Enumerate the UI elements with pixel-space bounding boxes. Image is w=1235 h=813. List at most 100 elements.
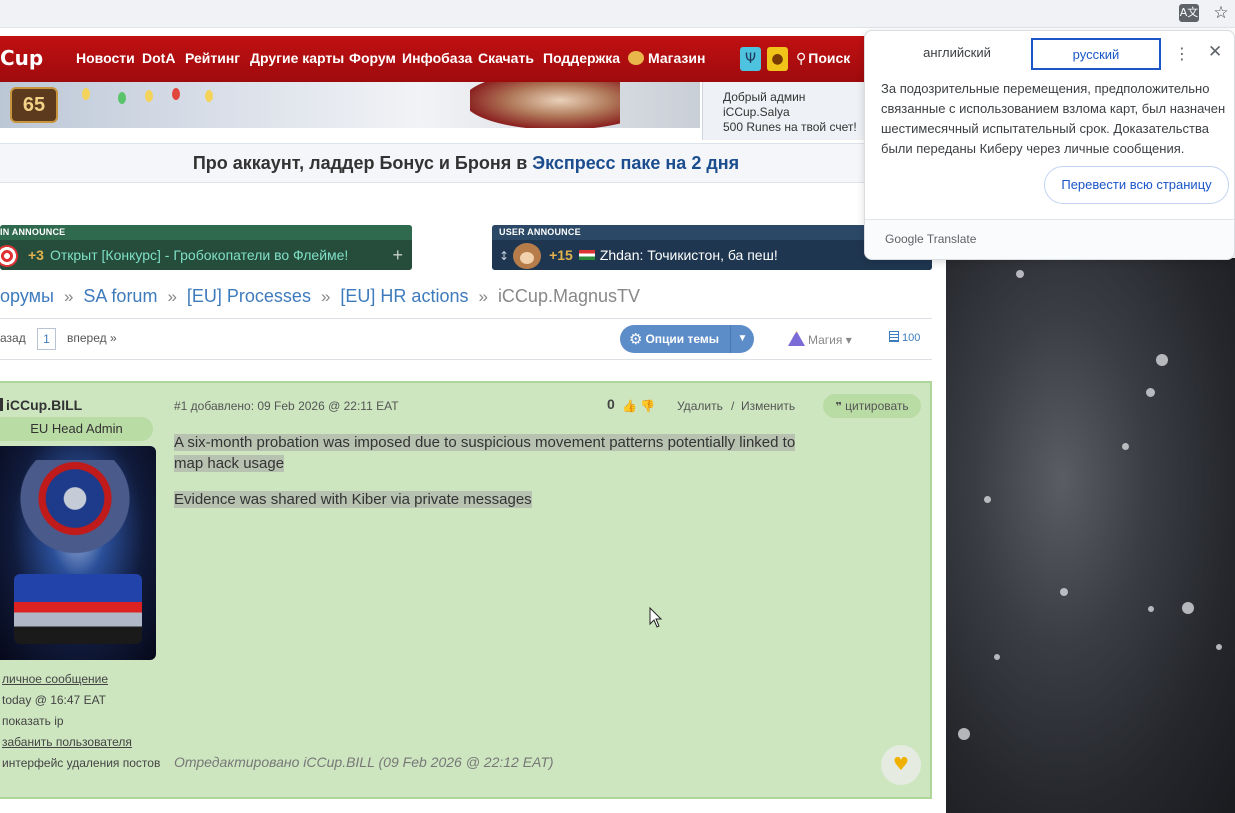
announcement-header: IN ANNOUNCE xyxy=(0,225,412,240)
page-number[interactable]: 1 xyxy=(37,328,56,350)
promo-link[interactable]: Экспресс паке на 2 дня xyxy=(532,153,739,173)
admin-message-line: 500 Runes на твой счет! xyxy=(723,120,857,134)
nav-search-label: Поиск xyxy=(808,50,851,66)
snow-dot xyxy=(1182,602,1194,614)
post-text-line: A six-month probation was imposed due to… xyxy=(174,434,796,451)
nav-rating[interactable]: Рейтинг xyxy=(185,50,240,66)
prev-page-link[interactable]: азад xyxy=(0,331,26,345)
lang-tab-english[interactable]: английский xyxy=(892,38,1022,70)
translate-icon[interactable]: A文 xyxy=(1179,4,1199,22)
last-activity: today @ 16:47 EAT xyxy=(2,693,107,707)
nav-dota[interactable]: DotA xyxy=(142,50,175,66)
promo-bar: Про аккаунт, ладдер Бонус и Броня в Эксп… xyxy=(0,143,932,183)
monkey-emoji-icon xyxy=(513,243,542,270)
breadcrumb-separator: » xyxy=(63,287,74,306)
nav-forum[interactable]: Форум xyxy=(349,50,396,66)
post-author[interactable]: iCCup.BILL xyxy=(0,397,82,413)
post-count[interactable]: 100 xyxy=(889,331,920,344)
online-indicator xyxy=(0,398,3,411)
wizard-hat-icon xyxy=(788,331,805,346)
calculator-icon xyxy=(889,331,899,342)
close-icon[interactable]: ✕ xyxy=(1208,42,1222,62)
heart-icon[interactable]: ♥ xyxy=(881,745,921,785)
snow-dot xyxy=(994,654,1000,660)
show-ip-link[interactable]: показать ip xyxy=(2,714,64,728)
site-logo[interactable]: Cup xyxy=(0,46,43,70)
forum-post: iCCup.BILL EU Head Admin личное сообщени… xyxy=(0,381,932,799)
delete-post-link[interactable]: Удалить xyxy=(677,399,723,413)
search-icon: ⚲ xyxy=(796,51,807,67)
announcement-count: +15 xyxy=(549,247,573,263)
nav-download[interactable]: Скачать xyxy=(478,50,534,66)
magic-dropdown[interactable]: Магия ▾ xyxy=(788,331,852,347)
nav-shop[interactable]: Магазин xyxy=(628,50,705,66)
thread-options-button[interactable]: ⚙ Опции темы ▼ xyxy=(620,325,754,353)
announcement-user[interactable]: Zhdan: xyxy=(600,247,644,263)
breadcrumb-hr-actions[interactable]: [EU] HR actions xyxy=(340,286,468,306)
snow-dot xyxy=(1060,588,1068,596)
browser-toolbar: A文 ☆ xyxy=(0,0,1235,28)
lang-tab-russian[interactable]: русский xyxy=(1031,38,1161,70)
breadcrumb-processes[interactable]: [EU] Processes xyxy=(187,286,311,306)
breadcrumb-current: iCCup.MagnusTV xyxy=(497,286,640,306)
garland-bulb xyxy=(172,88,180,100)
breadcrumb-sa-forum[interactable]: SA forum xyxy=(83,286,157,306)
snow-dot xyxy=(1156,354,1168,366)
announcement-link[interactable]: Открыт [Конкурс] - Гробокопатели во Флей… xyxy=(50,247,348,263)
background-art xyxy=(946,258,1235,813)
post-author-name: iCCup.BILL xyxy=(6,397,83,413)
translate-popup: английский русский ⋮ ✕ За подозрительные… xyxy=(864,30,1235,260)
snow-dot xyxy=(1216,644,1222,650)
post-meta: #1 добавлено: 09 Feb 2026 @ 22:11 EAT xyxy=(174,399,399,413)
chevron-down-icon[interactable]: ▼ xyxy=(730,325,754,353)
post-paragraph: A six-month probation was imposed due to… xyxy=(174,432,796,474)
banner-hero-art xyxy=(470,82,620,128)
nav-news[interactable]: Новости xyxy=(76,50,135,66)
site-nav: Cup Новости DotA Рейтинг Другие карты Фо… xyxy=(0,36,945,82)
announcement-text: Точикистон, ба пеш! xyxy=(647,247,778,263)
avatar-truck-art xyxy=(14,574,142,644)
post-count-value: 100 xyxy=(902,332,921,344)
announcement-count: +3 xyxy=(28,247,44,263)
delete-posts-interface-link[interactable]: интерфейс удаления постов xyxy=(2,756,160,770)
trident-icon[interactable]: Ψ xyxy=(740,47,761,71)
translate-page-button[interactable]: Перевести всю страницу xyxy=(1044,166,1229,204)
nav-other-maps[interactable]: Другие карты xyxy=(250,50,344,66)
garland-bulb xyxy=(205,90,213,102)
quote-label: цитировать xyxy=(845,399,909,413)
nav-infobase[interactable]: Инфобаза xyxy=(402,50,472,66)
expand-plus-icon[interactable]: + xyxy=(392,240,403,270)
divider xyxy=(0,359,932,360)
breadcrumb-separator: » xyxy=(478,287,488,306)
user-icon[interactable]: ● xyxy=(767,47,788,71)
translate-label: Translate xyxy=(926,232,977,246)
thumbs-down-icon[interactable]: 👎 xyxy=(640,399,655,413)
divider xyxy=(0,318,932,319)
post-text-line: Evidence was shared with Kiber via priva… xyxy=(174,491,532,508)
quote-button[interactable]: ❞ цитировать xyxy=(823,394,921,418)
snow-dot xyxy=(984,496,991,503)
translated-text: За подозрительные перемещения, предполож… xyxy=(881,81,1226,156)
nav-search[interactable]: ⚲ Поиск xyxy=(796,50,850,67)
coins-icon xyxy=(628,51,644,65)
breadcrumb-forums[interactable]: орумы xyxy=(0,286,54,306)
garland-bulb xyxy=(82,88,90,100)
garland-bulb xyxy=(145,90,153,102)
drag-arrows-icon[interactable]: ↕ xyxy=(499,249,509,263)
promo-text: Про аккаунт, ладдер Бонус и Броня в xyxy=(192,153,533,173)
target-icon xyxy=(0,245,18,268)
nav-support[interactable]: Поддержка xyxy=(543,50,620,66)
flag-icon xyxy=(578,250,595,260)
private-message-link[interactable]: личное сообщение xyxy=(2,672,108,686)
bookmark-star-icon[interactable]: ☆ xyxy=(1212,3,1230,23)
translate-footer: Google Translate xyxy=(865,219,1234,259)
snow-dot xyxy=(1122,443,1129,450)
ban-user-link[interactable]: забанить пользователя xyxy=(2,735,132,749)
thumbs-up-icon[interactable]: 👍 xyxy=(622,399,637,413)
breadcrumb-separator: » xyxy=(320,287,331,306)
garland-bulb xyxy=(118,92,126,104)
more-options-icon[interactable]: ⋮ xyxy=(1174,44,1190,63)
admin-message: Добрый админ iCCup.Salya 500 Runes на тв… xyxy=(702,82,867,140)
next-page-link[interactable]: вперед » xyxy=(67,331,117,345)
edit-post-link[interactable]: Изменить xyxy=(741,399,795,413)
